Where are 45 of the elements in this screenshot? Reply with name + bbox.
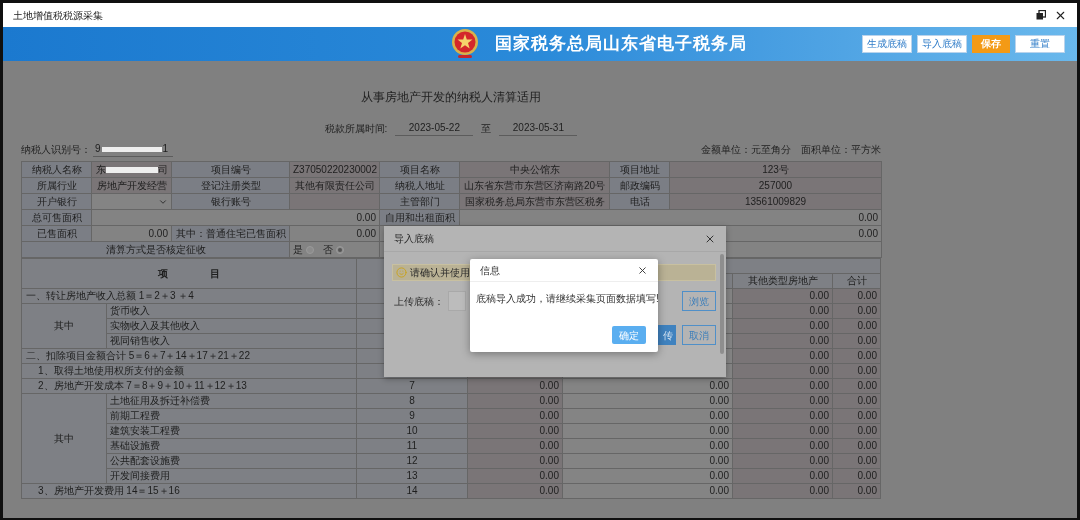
form-title: 从事房地产开发的纳税人清算适用 [360, 89, 542, 105]
dialog-title: 导入底稿 [394, 232, 434, 246]
toolbar-button[interactable]: 保存 [972, 35, 1010, 53]
column-header: 项 目 [21, 258, 357, 289]
date-field[interactable]: 2023-05-31 [499, 121, 578, 136]
field-label: 纳税人名称 [21, 161, 92, 178]
emblem-logo [449, 28, 481, 60]
window-title: 土地增值税税源采集 [13, 8, 103, 23]
info-message: 底稿导入成功，请继续采集页面数据填写! [475, 292, 658, 306]
amount-unit: 金额单位：元至角分 [701, 143, 791, 157]
field-value: 东 [95, 162, 106, 177]
field-value: Z37050220230002 [289, 161, 380, 178]
period-label: 税款所属时间: [324, 122, 388, 136]
scrollbar[interactable] [720, 254, 724, 354]
taxpayer-id-field[interactable]: 9 1 [93, 142, 173, 157]
notice-text: 请确认并使用 [410, 266, 470, 279]
period-separator: 至 [481, 122, 492, 136]
dialog-title: 信息 [480, 263, 500, 278]
area-unit: 面积单位：平方米 [801, 143, 881, 157]
field-label: 项目编号 [171, 161, 290, 178]
radio-button[interactable] [336, 245, 344, 254]
redaction-bar [105, 166, 158, 173]
date-field[interactable]: 2023-05-22 [395, 121, 474, 136]
close-icon[interactable] [637, 264, 648, 276]
group-label: 其中 [21, 393, 107, 484]
banner-title: 国家税务总局山东省电子税务局 [495, 33, 747, 56]
field-value: 司 [157, 162, 168, 177]
taxpayer-id-label: 纳税人识别号： [21, 143, 91, 157]
upload-field[interactable] [448, 291, 466, 311]
field-label: 项目名称 [379, 161, 460, 178]
field-value: 123号 [669, 161, 882, 178]
restore-icon[interactable] [1036, 10, 1046, 20]
toolbar-button[interactable]: 重置 [1015, 35, 1065, 53]
radio-label: 是 [293, 242, 303, 257]
toolbar-button[interactable]: 生成底稿 [862, 35, 912, 53]
radio-label: 否 [323, 242, 333, 257]
upload-label: 上传底稿： [393, 294, 445, 309]
ok-button[interactable]: 确定 [612, 326, 646, 344]
cancel-button[interactable]: 取消 [682, 325, 716, 345]
browse-button[interactable]: 浏览 [682, 291, 716, 311]
field-value: 中央公馆东 [459, 161, 610, 178]
group-label: 其中 [21, 303, 107, 349]
toolbar-button[interactable]: 导入底稿 [917, 35, 967, 53]
field-label: 项目地址 [609, 161, 670, 178]
smile-icon [396, 267, 407, 278]
